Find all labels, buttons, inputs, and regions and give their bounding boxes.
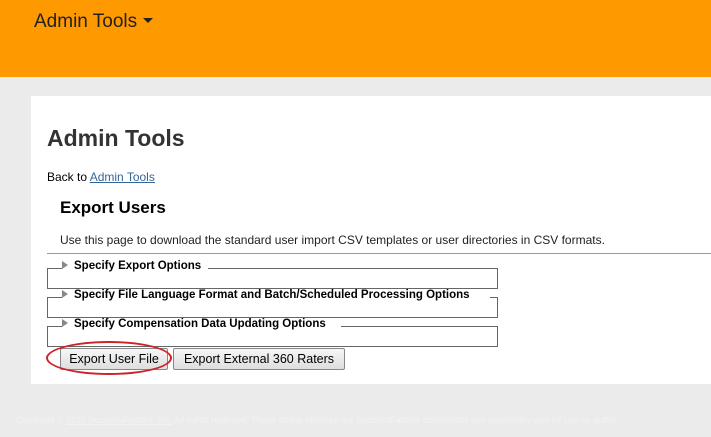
copyright-suffix: All rights reserved. These online servic…	[172, 415, 616, 425]
successfactors-link[interactable]: 2015 SuccessFactors, Inc.	[66, 415, 172, 425]
fieldset-border	[341, 326, 497, 327]
expand-arrow-icon	[62, 289, 68, 298]
export-options-toggle[interactable]: Specify Export Options	[62, 260, 205, 272]
section-title: Export Users	[60, 198, 166, 217]
fieldset-border	[208, 268, 497, 269]
description-text: Use this page to download the standard u…	[60, 233, 605, 247]
expand-arrow-icon	[62, 318, 68, 327]
compensation-data-section: Specify Compensation Data Updating Optio…	[47, 318, 498, 347]
top-navigation-bar: Admin Tools	[0, 0, 711, 77]
expand-arrow-icon	[62, 260, 68, 269]
page-title: Admin Tools	[47, 125, 185, 151]
compensation-data-label: Specify Compensation Data Updating Optio…	[74, 318, 326, 330]
divider	[47, 253, 711, 254]
export-options-section: Specify Export Options	[47, 260, 498, 289]
file-language-label: Specify File Language Format and Batch/S…	[74, 289, 470, 301]
file-language-section: Specify File Language Format and Batch/S…	[47, 289, 498, 318]
export-options-label: Specify Export Options	[74, 260, 202, 272]
back-to-admin-tools-link[interactable]: Admin Tools	[90, 170, 155, 184]
caret-down-icon	[143, 18, 154, 24]
back-prefix: Back to	[47, 170, 90, 184]
admin-tools-menu[interactable]: Admin Tools	[34, 11, 154, 33]
export-user-file-button[interactable]: Export User File	[60, 348, 168, 370]
fieldset-border	[490, 297, 497, 298]
file-language-toggle[interactable]: Specify File Language Format and Batch/S…	[62, 289, 473, 301]
compensation-data-toggle[interactable]: Specify Compensation Data Updating Optio…	[62, 318, 329, 330]
export-external-360-raters-button[interactable]: Export External 360 Raters	[173, 348, 345, 370]
breadcrumb: Back to Admin Tools	[47, 170, 155, 184]
copyright-prefix: Copyright ©	[16, 415, 67, 425]
fieldset-border	[48, 268, 62, 269]
footer-copyright: Copyright © 2015 SuccessFactors, Inc. Al…	[16, 415, 616, 425]
admin-tools-menu-label: Admin Tools	[34, 11, 138, 32]
fieldset-border	[48, 297, 62, 298]
fieldset-border	[48, 326, 62, 327]
